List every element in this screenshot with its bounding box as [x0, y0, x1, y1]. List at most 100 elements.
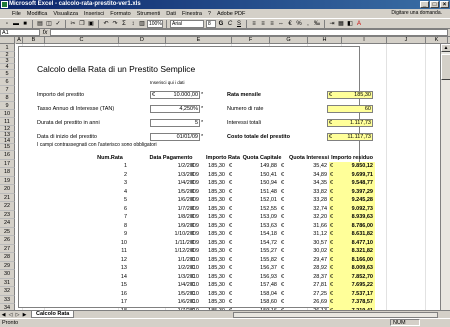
- row-header[interactable]: 21: [0, 193, 15, 202]
- column-header[interactable]: A: [16, 37, 23, 44]
- row-header[interactable]: 28: [0, 253, 15, 262]
- maximize-button[interactable]: □: [430, 1, 439, 8]
- row-header[interactable]: 16: [0, 151, 15, 160]
- spellcheck-icon[interactable]: ✓: [54, 20, 62, 28]
- underline-icon[interactable]: S: [235, 20, 243, 28]
- align-center-icon[interactable]: ≡: [259, 20, 267, 28]
- scroll-thumb[interactable]: [441, 54, 450, 80]
- column-header[interactable]: B: [23, 37, 45, 44]
- function-icon[interactable]: fx: [40, 30, 50, 36]
- row-header[interactable]: 17: [0, 159, 15, 168]
- menu-item[interactable]: Strumenti: [137, 11, 161, 17]
- prev-sheet-icon[interactable]: ◁: [7, 312, 14, 318]
- column-header[interactable]: E: [166, 37, 232, 44]
- column-header[interactable]: H: [308, 37, 342, 44]
- row-header[interactable]: 11: [0, 118, 15, 126]
- menu-item[interactable]: ?: [208, 11, 211, 17]
- new-file-icon[interactable]: ▫: [3, 20, 11, 28]
- row-header[interactable]: 23: [0, 210, 15, 219]
- row-header[interactable]: 24: [0, 219, 15, 228]
- menu-item[interactable]: Finestra: [182, 11, 202, 17]
- next-sheet-icon[interactable]: ▷: [14, 312, 21, 318]
- bold-icon[interactable]: G: [217, 20, 225, 28]
- menu-item[interactable]: Visualizza: [53, 11, 78, 17]
- row-header[interactable]: 31: [0, 278, 15, 287]
- cut-icon[interactable]: ✂: [69, 20, 77, 28]
- row-header[interactable]: 26: [0, 236, 15, 245]
- borders-icon[interactable]: ▦: [337, 20, 345, 28]
- column-header[interactable]: F: [232, 37, 270, 44]
- print-icon[interactable]: ▤: [36, 20, 44, 28]
- row-header[interactable]: 33: [0, 295, 15, 304]
- zoom-select[interactable]: 100%: [147, 19, 163, 28]
- column-header[interactable]: C: [45, 37, 119, 44]
- name-box[interactable]: A1: [0, 29, 40, 36]
- row-header[interactable]: 22: [0, 202, 15, 211]
- undo-icon[interactable]: ↶: [102, 20, 110, 28]
- row-header[interactable]: 30: [0, 270, 15, 279]
- indent-icon[interactable]: ⇥: [328, 20, 336, 28]
- input-field[interactable]: €10.000,00: [150, 91, 200, 99]
- column-header[interactable]: G: [270, 37, 308, 44]
- align-left-icon[interactable]: ≡: [250, 20, 258, 28]
- row-header[interactable]: 10: [0, 110, 15, 118]
- row-header[interactable]: 29: [0, 261, 15, 270]
- worksheet-grid[interactable]: ABCDEFGHIJKL 123456789101112131415161718…: [0, 37, 450, 310]
- column-header[interactable]: D: [119, 37, 166, 44]
- fill-color-icon[interactable]: ◧: [346, 20, 354, 28]
- italic-icon[interactable]: C: [226, 20, 234, 28]
- sheet-tab-calcolo-rata[interactable]: Calcolo Rata: [31, 311, 75, 318]
- menu-item[interactable]: Inserisci: [84, 11, 104, 17]
- first-sheet-icon[interactable]: ◀: [0, 312, 7, 318]
- menu-item[interactable]: Modifica: [27, 11, 47, 17]
- font-size-select[interactable]: 8: [206, 19, 216, 28]
- thousands-icon[interactable]: ,: [304, 20, 312, 28]
- row-header[interactable]: 32: [0, 287, 15, 296]
- row-header[interactable]: 15: [0, 144, 15, 151]
- row-header[interactable]: 18: [0, 168, 15, 177]
- row-header[interactable]: 1: [0, 44, 15, 52]
- menu-item[interactable]: Formato: [110, 11, 130, 17]
- scroll-up-arrow[interactable]: ▲: [441, 44, 450, 52]
- input-field[interactable]: 5: [150, 119, 200, 127]
- autosum-icon[interactable]: Σ: [120, 20, 128, 28]
- minimize-button[interactable]: _: [420, 1, 429, 8]
- row-header[interactable]: 27: [0, 244, 15, 253]
- row-header[interactable]: 19: [0, 176, 15, 185]
- input-field[interactable]: 4,250%: [150, 105, 200, 113]
- close-button[interactable]: ×: [440, 1, 449, 8]
- decimal-icon[interactable]: ‰: [313, 20, 321, 28]
- row-header[interactable]: 5: [0, 70, 15, 78]
- copy-icon[interactable]: ❐: [78, 20, 86, 28]
- redo-icon[interactable]: ↷: [111, 20, 119, 28]
- save-icon[interactable]: ■: [21, 20, 29, 28]
- formula-input[interactable]: [50, 29, 448, 36]
- row-header[interactable]: 20: [0, 185, 15, 194]
- row-header[interactable]: 6: [0, 78, 15, 86]
- help-question-box[interactable]: Digitare una domanda.: [391, 9, 442, 18]
- sort-icon[interactable]: ↕: [129, 20, 137, 28]
- column-header[interactable]: I: [342, 37, 387, 44]
- open-folder-icon[interactable]: ▬: [12, 20, 20, 28]
- font-name-select[interactable]: Arial: [170, 19, 204, 28]
- last-sheet-icon[interactable]: ▶: [21, 312, 28, 318]
- row-header[interactable]: 9: [0, 102, 15, 110]
- currency-icon[interactable]: €: [286, 20, 294, 28]
- row-header[interactable]: 25: [0, 227, 15, 236]
- chart-icon[interactable]: ▥: [138, 20, 146, 28]
- paste-icon[interactable]: ▣: [87, 20, 95, 28]
- percent-icon[interactable]: %: [295, 20, 303, 28]
- column-header[interactable]: K: [426, 37, 448, 44]
- preview-icon[interactable]: ◫: [45, 20, 53, 28]
- align-right-icon[interactable]: ≡: [268, 20, 276, 28]
- vertical-scrollbar[interactable]: ▲: [440, 44, 450, 310]
- column-header[interactable]: J: [387, 37, 426, 44]
- input-field[interactable]: 01/01/09: [150, 133, 200, 141]
- row-header[interactable]: 8: [0, 94, 15, 102]
- menu-item[interactable]: File: [12, 11, 21, 17]
- menu-item[interactable]: Dati: [166, 11, 176, 17]
- merge-icon[interactable]: ⇔: [277, 20, 285, 28]
- menu-item[interactable]: Adobe PDF: [217, 11, 245, 17]
- select-all-corner[interactable]: [0, 37, 15, 44]
- font-color-icon[interactable]: A: [355, 20, 363, 28]
